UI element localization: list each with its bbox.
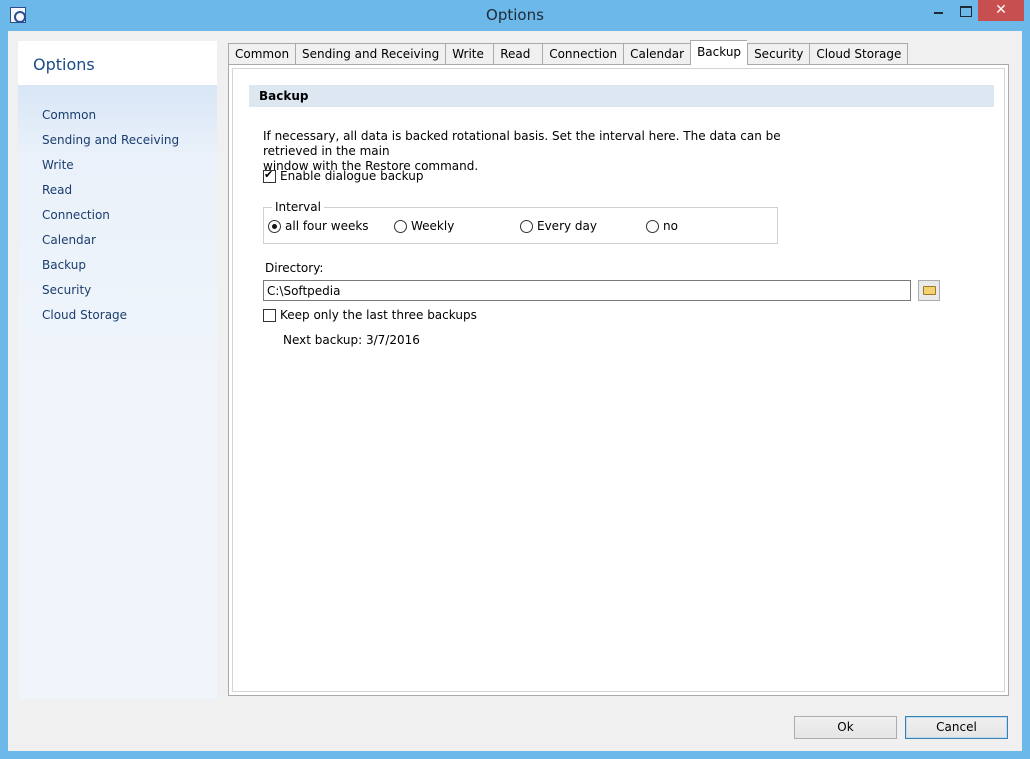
- enable-backup-checkbox[interactable]: [263, 168, 276, 183]
- sidebar-title: Options: [33, 55, 95, 74]
- directory-label: Directory:: [265, 261, 324, 275]
- directory-input[interactable]: [263, 280, 911, 301]
- tab-calendar[interactable]: Calendar: [623, 43, 691, 65]
- radio-weekly-label[interactable]: Weekly: [411, 219, 454, 233]
- maximize-button[interactable]: [952, 0, 978, 22]
- interval-option-four-weeks[interactable]: all four weeks: [268, 219, 369, 233]
- interval-group: Interval all four weeks Weekly Every day…: [263, 200, 778, 244]
- window-title: Options: [486, 6, 544, 24]
- radio-no[interactable]: [646, 219, 659, 233]
- tab-security[interactable]: Security: [747, 43, 810, 65]
- sidebar-list: Common Sending and Receiving Write Read …: [18, 85, 217, 699]
- minimize-button[interactable]: [926, 0, 952, 22]
- tab-write[interactable]: Write: [445, 43, 494, 65]
- interval-option-every-day[interactable]: Every day: [520, 219, 597, 233]
- sidebar-item-common[interactable]: Common: [18, 105, 217, 130]
- tab-read[interactable]: Read: [493, 43, 543, 65]
- dialog-client: Options Common Sending and Receiving Wri…: [8, 31, 1022, 751]
- interval-option-weekly[interactable]: Weekly: [394, 219, 454, 233]
- radio-weekly[interactable]: [394, 219, 407, 233]
- sidebar-item-security[interactable]: Security: [18, 280, 217, 305]
- tab-strip: Common Sending and Receiving Write Read …: [228, 40, 909, 65]
- sidebar-item-cloud-storage[interactable]: Cloud Storage: [18, 305, 217, 330]
- description-line-1: If necessary, all data is backed rotatio…: [263, 129, 781, 158]
- folder-icon: [923, 286, 936, 295]
- sidebar-item-write[interactable]: Write: [18, 155, 217, 180]
- backup-description: If necessary, all data is backed rotatio…: [263, 129, 833, 174]
- close-button[interactable]: ✕: [978, 0, 1024, 21]
- tab-cloud-storage[interactable]: Cloud Storage: [809, 43, 909, 65]
- radio-no-label[interactable]: no: [663, 219, 678, 233]
- sidebar-header: Options: [18, 41, 217, 85]
- sidebar-item-backup[interactable]: Backup: [18, 255, 217, 280]
- next-backup-text: Next backup: 3/7/2016: [283, 333, 420, 347]
- radio-every-day-label[interactable]: Every day: [537, 219, 597, 233]
- tab-sending-receiving[interactable]: Sending and Receiving: [295, 43, 446, 65]
- radio-every-day[interactable]: [520, 219, 533, 233]
- sidebar-item-sending-receiving[interactable]: Sending and Receiving: [18, 130, 217, 155]
- tab-common[interactable]: Common: [228, 43, 296, 65]
- keep-three-row[interactable]: Keep only the last three backups: [263, 308, 477, 322]
- options-window: Options ✕ Options Common Sending and Rec…: [0, 0, 1030, 759]
- keep-three-checkbox[interactable]: [263, 308, 276, 322]
- interval-option-no[interactable]: no: [646, 219, 678, 233]
- interval-group-label: Interval: [272, 200, 324, 214]
- ok-button[interactable]: Ok: [794, 716, 897, 739]
- browse-folder-button[interactable]: [918, 280, 940, 301]
- tab-backup[interactable]: Backup: [690, 40, 748, 65]
- backup-panel: Backup If necessary, all data is backed …: [228, 64, 1009, 696]
- cancel-button[interactable]: Cancel: [905, 716, 1008, 739]
- title-bar[interactable]: Options ✕: [0, 0, 1030, 31]
- sidebar-item-read[interactable]: Read: [18, 180, 217, 205]
- radio-four-weeks-label[interactable]: all four weeks: [285, 219, 369, 233]
- enable-backup-label[interactable]: Enable dialogue backup: [280, 169, 423, 183]
- radio-four-weeks[interactable]: [268, 219, 281, 233]
- keep-three-label[interactable]: Keep only the last three backups: [280, 308, 477, 322]
- sidebar-item-calendar[interactable]: Calendar: [18, 230, 217, 255]
- options-sidebar: Options Common Sending and Receiving Wri…: [18, 41, 217, 699]
- enable-backup-row[interactable]: Enable dialogue backup: [263, 168, 423, 183]
- sidebar-item-connection[interactable]: Connection: [18, 205, 217, 230]
- section-header: Backup: [249, 85, 994, 107]
- tab-connection[interactable]: Connection: [542, 43, 624, 65]
